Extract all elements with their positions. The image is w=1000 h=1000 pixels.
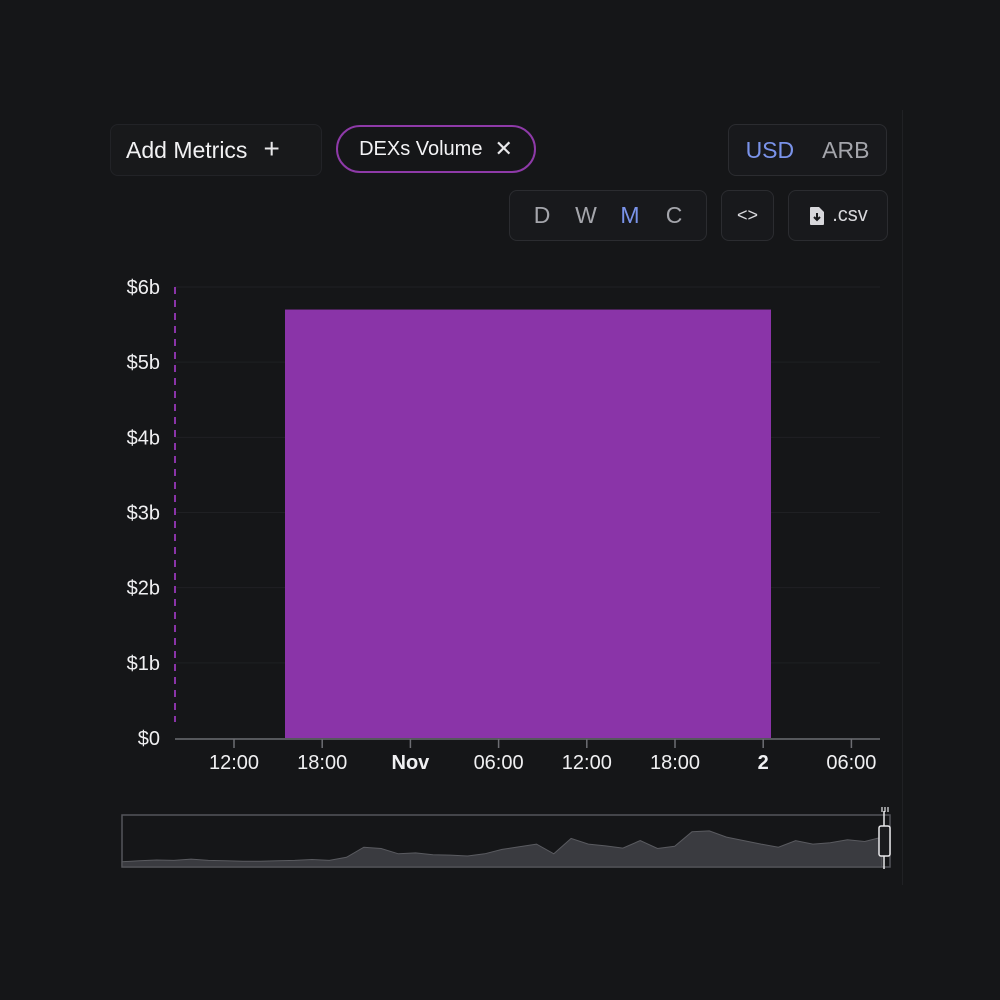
y-tick-label: $4b	[127, 427, 160, 449]
x-tick-label: 12:00	[209, 752, 259, 774]
x-tick-label: 2	[758, 752, 769, 774]
y-tick-label: $2b	[127, 578, 160, 600]
navigator-handle	[878, 825, 891, 857]
x-tick-label: 12:00	[562, 752, 612, 774]
range-navigator[interactable]	[121, 807, 891, 869]
x-tick-label: 18:00	[297, 752, 347, 774]
x-tick-label: 06:00	[474, 752, 524, 774]
chart-bars	[285, 309, 771, 738]
y-tick-label: $1b	[127, 653, 160, 675]
y-tick-label: $6b	[127, 277, 160, 299]
bar-dexs-volume	[285, 309, 771, 738]
x-tick-label: 06:00	[826, 752, 876, 774]
chart-area: $0$1b$2b$3b$4b$5b$6b 12:00 18:00 Nov 06:00 1…	[121, 277, 891, 869]
y-tick-label: $5b	[127, 352, 160, 374]
y-tick-label: $3b	[127, 503, 160, 525]
x-tick-label: 18:00	[650, 752, 700, 774]
x-tick-label: Nov	[392, 752, 431, 774]
y-tick-label: $0	[138, 728, 160, 750]
y-axis: $0 $1b $2b $3b $4b $5b $6b	[127, 277, 160, 750]
x-axis: 12:00 18:00 Nov 06:00 12:00 18:00 2 06:00	[175, 738, 880, 774]
